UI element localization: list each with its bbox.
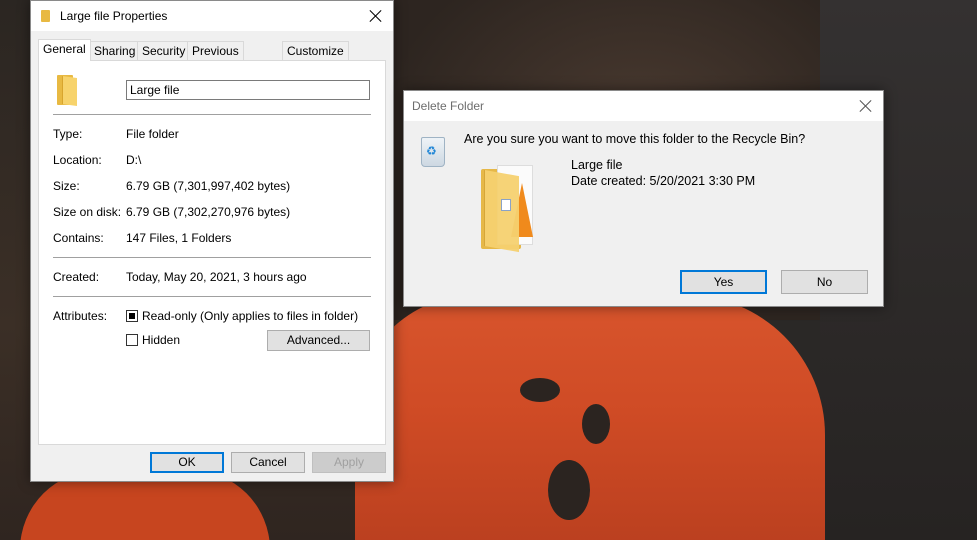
hidden-label[interactable]: Hidden bbox=[142, 333, 180, 347]
hidden-checkbox[interactable] bbox=[126, 334, 138, 346]
folder-thumbnail-icon bbox=[481, 165, 543, 253]
properties-dialog: Large file Properties General Sharing Se… bbox=[30, 0, 394, 482]
created-value: Today, May 20, 2021, 3 hours ago bbox=[126, 270, 307, 284]
tab-general[interactable]: General bbox=[38, 39, 91, 61]
type-value: File folder bbox=[126, 127, 179, 141]
size-value: 6.79 GB (7,301,997,402 bytes) bbox=[126, 179, 291, 193]
ok-button[interactable]: OK bbox=[150, 452, 224, 473]
divider bbox=[53, 296, 371, 297]
contains-label: Contains: bbox=[53, 231, 104, 245]
divider bbox=[53, 257, 371, 258]
folder-icon bbox=[57, 75, 79, 107]
tab-sharing[interactable]: Sharing bbox=[89, 41, 141, 60]
wallpaper-detail bbox=[548, 460, 590, 520]
close-icon[interactable] bbox=[855, 95, 877, 117]
recycle-bin-icon: ♻ bbox=[418, 133, 446, 167]
properties-titlebar[interactable]: Large file Properties bbox=[31, 1, 393, 31]
item-date-created: Date created: 5/20/2021 3:30 PM bbox=[571, 174, 756, 188]
delete-dialog-title: Delete Folder bbox=[412, 99, 485, 113]
folder-icon bbox=[41, 10, 50, 22]
wallpaper-detail bbox=[520, 378, 560, 402]
readonly-checkbox[interactable] bbox=[126, 310, 138, 322]
folder-name-input[interactable] bbox=[126, 80, 370, 100]
delete-folder-dialog: Delete Folder ♻ Are you sure you want to… bbox=[403, 90, 884, 307]
tab-customize[interactable]: Customize bbox=[282, 41, 349, 60]
properties-title: Large file Properties bbox=[60, 9, 168, 23]
delete-titlebar[interactable]: Delete Folder bbox=[404, 91, 883, 121]
size-on-disk-label: Size on disk: bbox=[53, 205, 122, 219]
apply-button[interactable]: Apply bbox=[312, 452, 386, 473]
type-label: Type: bbox=[53, 127, 83, 141]
item-name: Large file bbox=[571, 158, 623, 172]
size-label: Size: bbox=[53, 179, 80, 193]
tab-security[interactable]: Security bbox=[137, 41, 191, 60]
general-tab-panel: Type: File folder Location: D:\ Size: 6.… bbox=[38, 60, 386, 445]
location-label: Location: bbox=[53, 153, 102, 167]
divider bbox=[53, 114, 371, 115]
readonly-label[interactable]: Read-only (Only applies to files in fold… bbox=[142, 309, 358, 323]
contains-value: 147 Files, 1 Folders bbox=[126, 231, 232, 245]
wallpaper-detail bbox=[582, 404, 610, 444]
advanced-button[interactable]: Advanced... bbox=[267, 330, 370, 351]
size-on-disk-value: 6.79 GB (7,302,270,976 bytes) bbox=[126, 205, 291, 219]
tab-previous-versions[interactable]: Previous Versions bbox=[187, 41, 244, 76]
cancel-button[interactable]: Cancel bbox=[231, 452, 305, 473]
yes-button[interactable]: Yes bbox=[680, 270, 767, 294]
close-icon[interactable] bbox=[365, 5, 387, 27]
no-button[interactable]: No bbox=[781, 270, 868, 294]
location-value: D:\ bbox=[126, 153, 142, 167]
created-label: Created: bbox=[53, 270, 100, 284]
attributes-label: Attributes: bbox=[53, 309, 108, 323]
delete-question: Are you sure you want to move this folde… bbox=[464, 132, 806, 146]
